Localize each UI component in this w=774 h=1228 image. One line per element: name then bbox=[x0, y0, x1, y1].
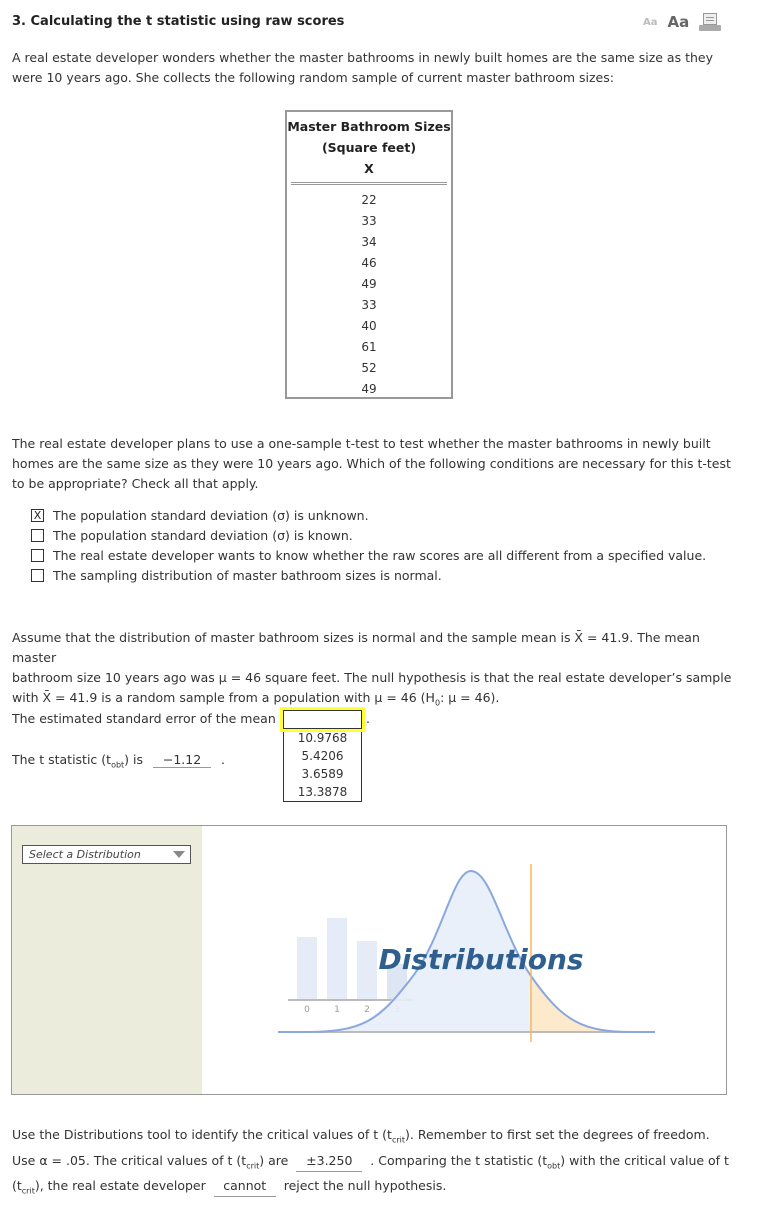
printer-icon[interactable] bbox=[699, 13, 722, 31]
option-sigma-unknown[interactable]: X The population standard deviation (σ) i… bbox=[31, 505, 706, 525]
t-statistic-label: The t statistic (tobt) is −1.12 . bbox=[12, 752, 225, 770]
standard-error-option[interactable]: 5.4206 bbox=[284, 747, 361, 765]
question-title: 3. Calculating the t statistic using raw… bbox=[12, 14, 345, 29]
select-placeholder: Select a Distribution bbox=[29, 848, 141, 861]
text: Use the Distributions tool to identify t… bbox=[12, 1127, 392, 1142]
table-cell: 34 bbox=[361, 235, 377, 249]
table-header-line1: Master Bathroom Sizes bbox=[287, 119, 451, 134]
splash-bar-1 bbox=[327, 918, 347, 1000]
decrease-font-button[interactable]: Aa bbox=[643, 17, 658, 28]
text: ) are bbox=[259, 1152, 289, 1168]
bar-label-1: 1 bbox=[334, 1005, 340, 1015]
table-header-x: X bbox=[364, 161, 374, 176]
standard-error-option[interactable]: 3.6589 bbox=[284, 765, 361, 783]
final-line2: Use α = .05. The critical values of t (t… bbox=[12, 1151, 752, 1177]
option-sampling-normal[interactable]: The sampling distribution of master bath… bbox=[31, 565, 706, 585]
text: : μ = 46). bbox=[440, 690, 500, 705]
table-divider bbox=[291, 182, 447, 185]
table-cell: 52 bbox=[361, 361, 377, 375]
standard-error-dropdown[interactable]: 10.9768 5.4206 3.6589 13.3878 bbox=[280, 707, 365, 802]
splash-bar-2 bbox=[357, 941, 377, 1000]
table-cell: 33 bbox=[361, 214, 377, 228]
checkbox[interactable] bbox=[31, 568, 44, 582]
final-line1: Use the Distributions tool to identify t… bbox=[12, 1125, 752, 1151]
subscript: obt bbox=[547, 1161, 561, 1170]
table-cell: 49 bbox=[361, 382, 377, 396]
text: . Comparing the t statistic (t bbox=[370, 1152, 548, 1168]
critical-value-answer[interactable]: ±3.250 bbox=[296, 1151, 363, 1172]
checkbox[interactable]: X bbox=[31, 508, 44, 522]
increase-font-button[interactable]: Aa bbox=[668, 13, 690, 31]
option-label: The population standard deviation (σ) is… bbox=[53, 527, 353, 543]
tail-fill bbox=[531, 976, 643, 1032]
option-raw-scores-different[interactable]: The real estate developer wants to know … bbox=[31, 545, 706, 565]
standard-error-label: The estimated standard error of the mean… bbox=[12, 711, 290, 726]
conditions-options: X The population standard deviation (σ) i… bbox=[31, 505, 706, 585]
text: ) with the critical value of t bbox=[560, 1152, 729, 1168]
table-cell: 22 bbox=[361, 193, 377, 207]
table-cell: 33 bbox=[361, 298, 377, 312]
final-question: Use the Distributions tool to identify t… bbox=[12, 1125, 752, 1202]
decision-answer[interactable]: cannot bbox=[213, 1176, 276, 1197]
assumption-line3: with X̄ = 41.9 is a random sample from a… bbox=[12, 688, 732, 714]
splash-bar-0 bbox=[297, 937, 317, 1000]
period: . bbox=[220, 752, 225, 767]
period: . bbox=[366, 711, 370, 726]
assumption-line1: Assume that the distribution of master b… bbox=[12, 630, 700, 665]
subscript: crit bbox=[391, 1135, 406, 1145]
text: ). Remember to first set the degrees of … bbox=[405, 1127, 710, 1142]
subscript: crit bbox=[21, 1186, 35, 1196]
table-header-line2: (Square feet) bbox=[321, 140, 417, 155]
text: ) is bbox=[124, 752, 144, 767]
text: reject the null hypothesis. bbox=[283, 1178, 447, 1193]
chevron-down-icon bbox=[173, 851, 185, 858]
assumption-text: Assume that the distribution of master b… bbox=[12, 628, 732, 714]
distributions-sidebar: Select a Distribution bbox=[12, 826, 202, 1094]
select-distribution-dropdown[interactable]: Select a Distribution bbox=[22, 845, 191, 864]
distributions-logo: Distributions bbox=[378, 943, 583, 976]
bar-label-0: 0 bbox=[304, 1005, 310, 1015]
option-label: The real estate developer wants to know … bbox=[53, 547, 707, 563]
subscript: obt bbox=[111, 760, 125, 770]
text: with X̄ = 41.9 is a random sample from a… bbox=[12, 690, 435, 705]
table-cell: 49 bbox=[361, 277, 377, 291]
text: ), the real estate developer bbox=[34, 1178, 206, 1193]
text: Use α = .05. The critical values of t (t bbox=[12, 1152, 247, 1168]
bar-label-2: 2 bbox=[364, 1005, 370, 1015]
distributions-tool: Select a Distribution 0 1 2 3 Distributi… bbox=[11, 825, 727, 1095]
table-cell: 61 bbox=[361, 340, 377, 354]
distributions-splash: 0 1 2 3 Distributions bbox=[278, 864, 655, 1042]
option-label: The sampling distribution of master bath… bbox=[53, 567, 442, 583]
checkbox[interactable] bbox=[31, 548, 44, 562]
standard-error-input[interactable] bbox=[280, 707, 365, 732]
data-table: Master Bathroom Sizes (Square feet) X 22… bbox=[285, 110, 453, 399]
option-sigma-known[interactable]: The population standard deviation (σ) is… bbox=[31, 525, 706, 545]
text: (t bbox=[12, 1178, 22, 1193]
standard-error-option[interactable]: 10.9768 bbox=[284, 729, 361, 747]
table-cell: 40 bbox=[361, 319, 377, 333]
final-line3: (tcrit), the real estate developer canno… bbox=[12, 1176, 752, 1202]
conditions-question: The real estate developer plans to use a… bbox=[12, 436, 731, 491]
intro-text: A real estate developer wonders whether … bbox=[12, 50, 713, 85]
checkbox[interactable] bbox=[31, 528, 44, 542]
option-label: The population standard deviation (σ) is… bbox=[53, 507, 369, 523]
text: The t statistic (t bbox=[12, 752, 112, 767]
subscript: crit bbox=[246, 1161, 260, 1170]
standard-error-option[interactable]: 13.3878 bbox=[284, 783, 361, 801]
t-statistic-answer[interactable]: −1.12 bbox=[153, 752, 211, 768]
table-cell: 46 bbox=[361, 256, 377, 270]
assumption-line2: bathroom size 10 years ago was μ = 46 sq… bbox=[12, 670, 732, 685]
standard-error-options: 10.9768 5.4206 3.6589 13.3878 bbox=[283, 729, 362, 802]
toolbar: Aa Aa bbox=[643, 13, 722, 31]
